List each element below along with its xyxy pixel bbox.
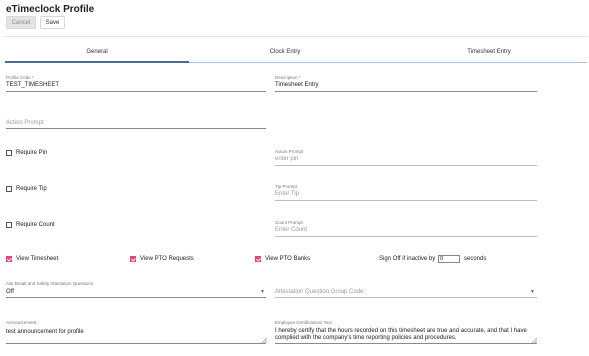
count-prompt-label: Count Prompt — [275, 220, 303, 225]
resize-handle-icon[interactable] — [262, 338, 267, 343]
ask-break-underline — [6, 297, 266, 298]
description-underline — [275, 91, 537, 92]
view-pto-banks-checkbox[interactable] — [255, 256, 261, 262]
sign-off-seconds-input[interactable]: 0 — [438, 255, 460, 263]
profile-code-input[interactable]: TEST_TIMESHEET — [6, 82, 59, 88]
tab-underline — [189, 62, 587, 63]
resize-handle-icon[interactable] — [532, 338, 537, 343]
ask-break-label: Ask Break and Safety Attestation Questio… — [6, 281, 94, 286]
description-label: Description * — [275, 75, 301, 80]
save-button[interactable]: Save — [40, 16, 65, 29]
count-prompt-input[interactable]: Enter Count — [275, 227, 307, 233]
ask-break-select[interactable]: Off — [6, 289, 14, 295]
profile-code-label: Profile Code * — [6, 75, 34, 80]
pin-prompt-input[interactable]: enter pin — [275, 156, 298, 162]
sign-off-label: Sign Off if inactive by — [379, 256, 436, 262]
tab-clock-entry[interactable]: Clock Entry — [189, 49, 381, 55]
tab-active-indicator — [5, 61, 189, 63]
tip-prompt-label: Tip Prompt — [275, 184, 297, 189]
certification-line-1[interactable]: I hereby certify that the hours recorded… — [275, 328, 545, 334]
tip-prompt-input[interactable]: Enter Tip — [275, 191, 299, 197]
attestation-group-underline — [275, 297, 537, 298]
require-tip-checkbox[interactable] — [6, 186, 12, 192]
profile-code-underline — [6, 91, 266, 92]
certification-underline — [275, 343, 537, 344]
chevron-down-icon[interactable]: ▼ — [260, 289, 265, 295]
pin-prompt-underline — [275, 165, 537, 166]
action-prompt-label: Action Prompt — [275, 149, 304, 154]
attestation-group-select[interactable]: Attestation Question Group Code: — [275, 289, 365, 295]
view-pto-requests-label: View PTO Requests — [140, 256, 194, 262]
view-timesheet-checkbox[interactable] — [6, 256, 12, 262]
require-tip-label: Require Tip — [16, 186, 47, 192]
require-pin-checkbox[interactable] — [6, 150, 12, 156]
require-count-label: Require Count — [16, 222, 55, 228]
action-prompt-input[interactable]: Action Prompt — [6, 120, 44, 126]
header-divider — [5, 36, 588, 37]
view-pto-banks-label: View PTO Banks — [265, 256, 311, 262]
page-title: eTimeclock Profile — [6, 4, 95, 15]
count-prompt-underline — [275, 236, 537, 237]
certification-label: Employee Certifications Text — [275, 320, 332, 325]
announcement-label: Announcement — [6, 320, 37, 325]
view-pto-requests-checkbox[interactable] — [130, 256, 136, 262]
announcement-underline — [6, 343, 266, 344]
sign-off-unit: seconds — [464, 256, 487, 262]
certification-line-2[interactable]: complied with the company's time reporti… — [275, 335, 545, 341]
tip-prompt-underline — [275, 200, 537, 201]
tab-timesheet-entry[interactable]: Timesheet Entry — [390, 49, 588, 55]
chevron-down-icon[interactable]: ▼ — [530, 289, 535, 295]
action-prompt-underline — [6, 128, 266, 129]
description-input[interactable]: Timesheet Entry — [275, 82, 318, 88]
cancel-button[interactable]: Cancel — [6, 16, 36, 29]
require-count-checkbox[interactable] — [6, 222, 12, 228]
tab-general[interactable]: General — [5, 49, 189, 55]
require-pin-label: Require Pin — [16, 150, 48, 156]
announcement-textarea[interactable]: test announcement for profile — [6, 329, 84, 335]
view-timesheet-label: View Timesheet — [16, 256, 59, 262]
